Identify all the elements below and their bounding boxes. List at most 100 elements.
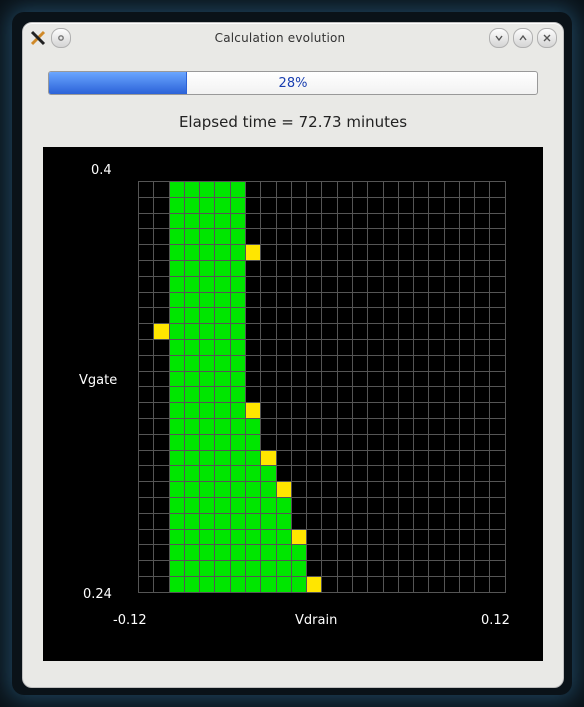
heatmap-cell xyxy=(184,466,199,482)
heatmap-cell xyxy=(200,260,215,276)
heatmap-cell xyxy=(444,371,459,387)
heatmap-cell xyxy=(398,561,413,577)
heatmap-cell xyxy=(398,213,413,229)
heatmap-cell xyxy=(276,324,291,340)
heatmap-cell xyxy=(230,466,245,482)
heatmap-cell xyxy=(169,276,184,292)
heatmap-cell xyxy=(169,576,184,592)
heatmap-cell xyxy=(184,434,199,450)
heatmap-cell xyxy=(429,418,444,434)
titlebar[interactable]: Calculation evolution xyxy=(23,23,563,53)
heatmap-cell xyxy=(337,308,352,324)
heatmap-cell xyxy=(307,355,322,371)
heatmap-cell xyxy=(276,466,291,482)
heatmap-cell xyxy=(352,339,367,355)
heatmap-cell xyxy=(398,308,413,324)
heatmap-cell xyxy=(245,260,260,276)
heatmap-cell xyxy=(139,276,154,292)
heatmap-cell xyxy=(276,213,291,229)
heatmap-cell xyxy=(291,213,306,229)
minimize-button[interactable] xyxy=(489,28,509,48)
heatmap-cell xyxy=(200,292,215,308)
heatmap-cell xyxy=(459,276,474,292)
heatmap-cell xyxy=(414,529,429,545)
heatmap-cell xyxy=(245,292,260,308)
heatmap-cell xyxy=(337,497,352,513)
close-button[interactable] xyxy=(537,28,557,48)
heatmap-cell xyxy=(154,260,169,276)
heatmap-cell xyxy=(337,229,352,245)
heatmap-cell xyxy=(307,371,322,387)
heatmap-cell xyxy=(414,324,429,340)
window-menu-button[interactable] xyxy=(51,28,71,48)
heatmap-cell xyxy=(337,371,352,387)
heatmap-cell xyxy=(429,561,444,577)
heatmap-cell xyxy=(352,213,367,229)
heatmap-cell xyxy=(169,260,184,276)
heatmap-cell xyxy=(307,561,322,577)
heatmap-cell xyxy=(261,466,276,482)
heatmap-cell xyxy=(169,497,184,513)
heatmap-cell xyxy=(230,561,245,577)
heatmap-cell xyxy=(475,182,490,198)
heatmap-cell xyxy=(154,355,169,371)
heatmap-cell xyxy=(184,450,199,466)
maximize-button[interactable] xyxy=(513,28,533,48)
heatmap-cell xyxy=(230,434,245,450)
heatmap-cell xyxy=(261,545,276,561)
heatmap-cell xyxy=(245,213,260,229)
heatmap-cell xyxy=(184,339,199,355)
heatmap-cell xyxy=(475,276,490,292)
heatmap-cell xyxy=(307,497,322,513)
heatmap-cell xyxy=(245,418,260,434)
heatmap-cell xyxy=(291,324,306,340)
heatmap-cell xyxy=(429,276,444,292)
heatmap-cell xyxy=(368,482,383,498)
heatmap-cell xyxy=(169,355,184,371)
heatmap-cell xyxy=(291,355,306,371)
heatmap-cell xyxy=(459,418,474,434)
heatmap-cell xyxy=(490,245,506,261)
heatmap-cell xyxy=(322,355,337,371)
heatmap-cell xyxy=(261,561,276,577)
heatmap-cell xyxy=(459,182,474,198)
heatmap-cell xyxy=(459,434,474,450)
heatmap-cell xyxy=(139,371,154,387)
heatmap-cell xyxy=(261,245,276,261)
heatmap-cell xyxy=(261,576,276,592)
heatmap-cell xyxy=(139,355,154,371)
heatmap-cell xyxy=(245,339,260,355)
heatmap-cell xyxy=(475,213,490,229)
heatmap-cell xyxy=(383,434,398,450)
heatmap-cell xyxy=(383,197,398,213)
heatmap-cell xyxy=(261,292,276,308)
heatmap-cell xyxy=(337,418,352,434)
heatmap-cell xyxy=(444,213,459,229)
heatmap-cell xyxy=(291,450,306,466)
heatmap-cell xyxy=(444,403,459,419)
heatmap-cell xyxy=(459,324,474,340)
heatmap-cell xyxy=(444,276,459,292)
heatmap-cell xyxy=(200,434,215,450)
heatmap-cell xyxy=(307,292,322,308)
heatmap-cell xyxy=(184,213,199,229)
heatmap-cell xyxy=(276,387,291,403)
heatmap-cell xyxy=(383,545,398,561)
heatmap-cell xyxy=(230,403,245,419)
heatmap-cell xyxy=(352,434,367,450)
heatmap-cell xyxy=(261,434,276,450)
heatmap-cell xyxy=(490,182,506,198)
heatmap-cell xyxy=(276,292,291,308)
heatmap-cell xyxy=(184,529,199,545)
heatmap-cell xyxy=(398,529,413,545)
heatmap-cell xyxy=(261,197,276,213)
heatmap-cell xyxy=(245,466,260,482)
heatmap-cell xyxy=(352,403,367,419)
heatmap-cell xyxy=(429,292,444,308)
heatmap-cell xyxy=(383,561,398,577)
heatmap-cell xyxy=(414,229,429,245)
heatmap-cell xyxy=(398,576,413,592)
heatmap-plot: 0.4 0.24 Vgate -0.12 0.12 Vdrain xyxy=(43,147,543,661)
heatmap-cell xyxy=(459,197,474,213)
heatmap-cell xyxy=(184,292,199,308)
